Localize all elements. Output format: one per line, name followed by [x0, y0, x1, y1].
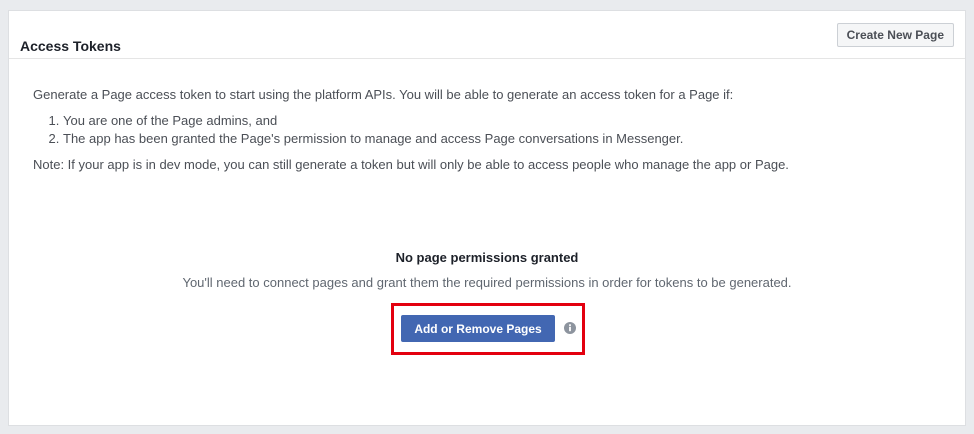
dev-mode-note: Note: If your app is in dev mode, you ca…: [33, 157, 789, 172]
empty-state-title: No page permissions granted: [395, 250, 579, 265]
access-token-instructions: Generate a Page access token to start us…: [33, 86, 933, 173]
instructions-text: Generate a Page access token to start us…: [33, 87, 734, 102]
condition-page-admin: You are one of the Page admins, and: [63, 112, 933, 130]
condition-page-permission: The app has been granted the Page's perm…: [63, 130, 933, 148]
create-new-page-button[interactable]: Create New Page: [836, 23, 954, 47]
add-remove-pages-highlight: Add or Remove Pages: [391, 303, 585, 355]
add-or-remove-pages-button[interactable]: Add or Remove Pages: [401, 315, 555, 342]
panel-title: Access Tokens: [20, 37, 121, 54]
empty-state-description: You'll need to connect pages and grant t…: [182, 275, 792, 290]
conditions-list: You are one of the Page admins, and The …: [33, 112, 933, 148]
panel-header: Access Tokens Create New Page: [9, 11, 965, 59]
access-tokens-panel: Access Tokens Create New Page Generate a…: [8, 10, 966, 426]
info-icon[interactable]: [564, 322, 576, 334]
no-permissions-empty-state: No page permissions granted You'll need …: [9, 249, 965, 291]
